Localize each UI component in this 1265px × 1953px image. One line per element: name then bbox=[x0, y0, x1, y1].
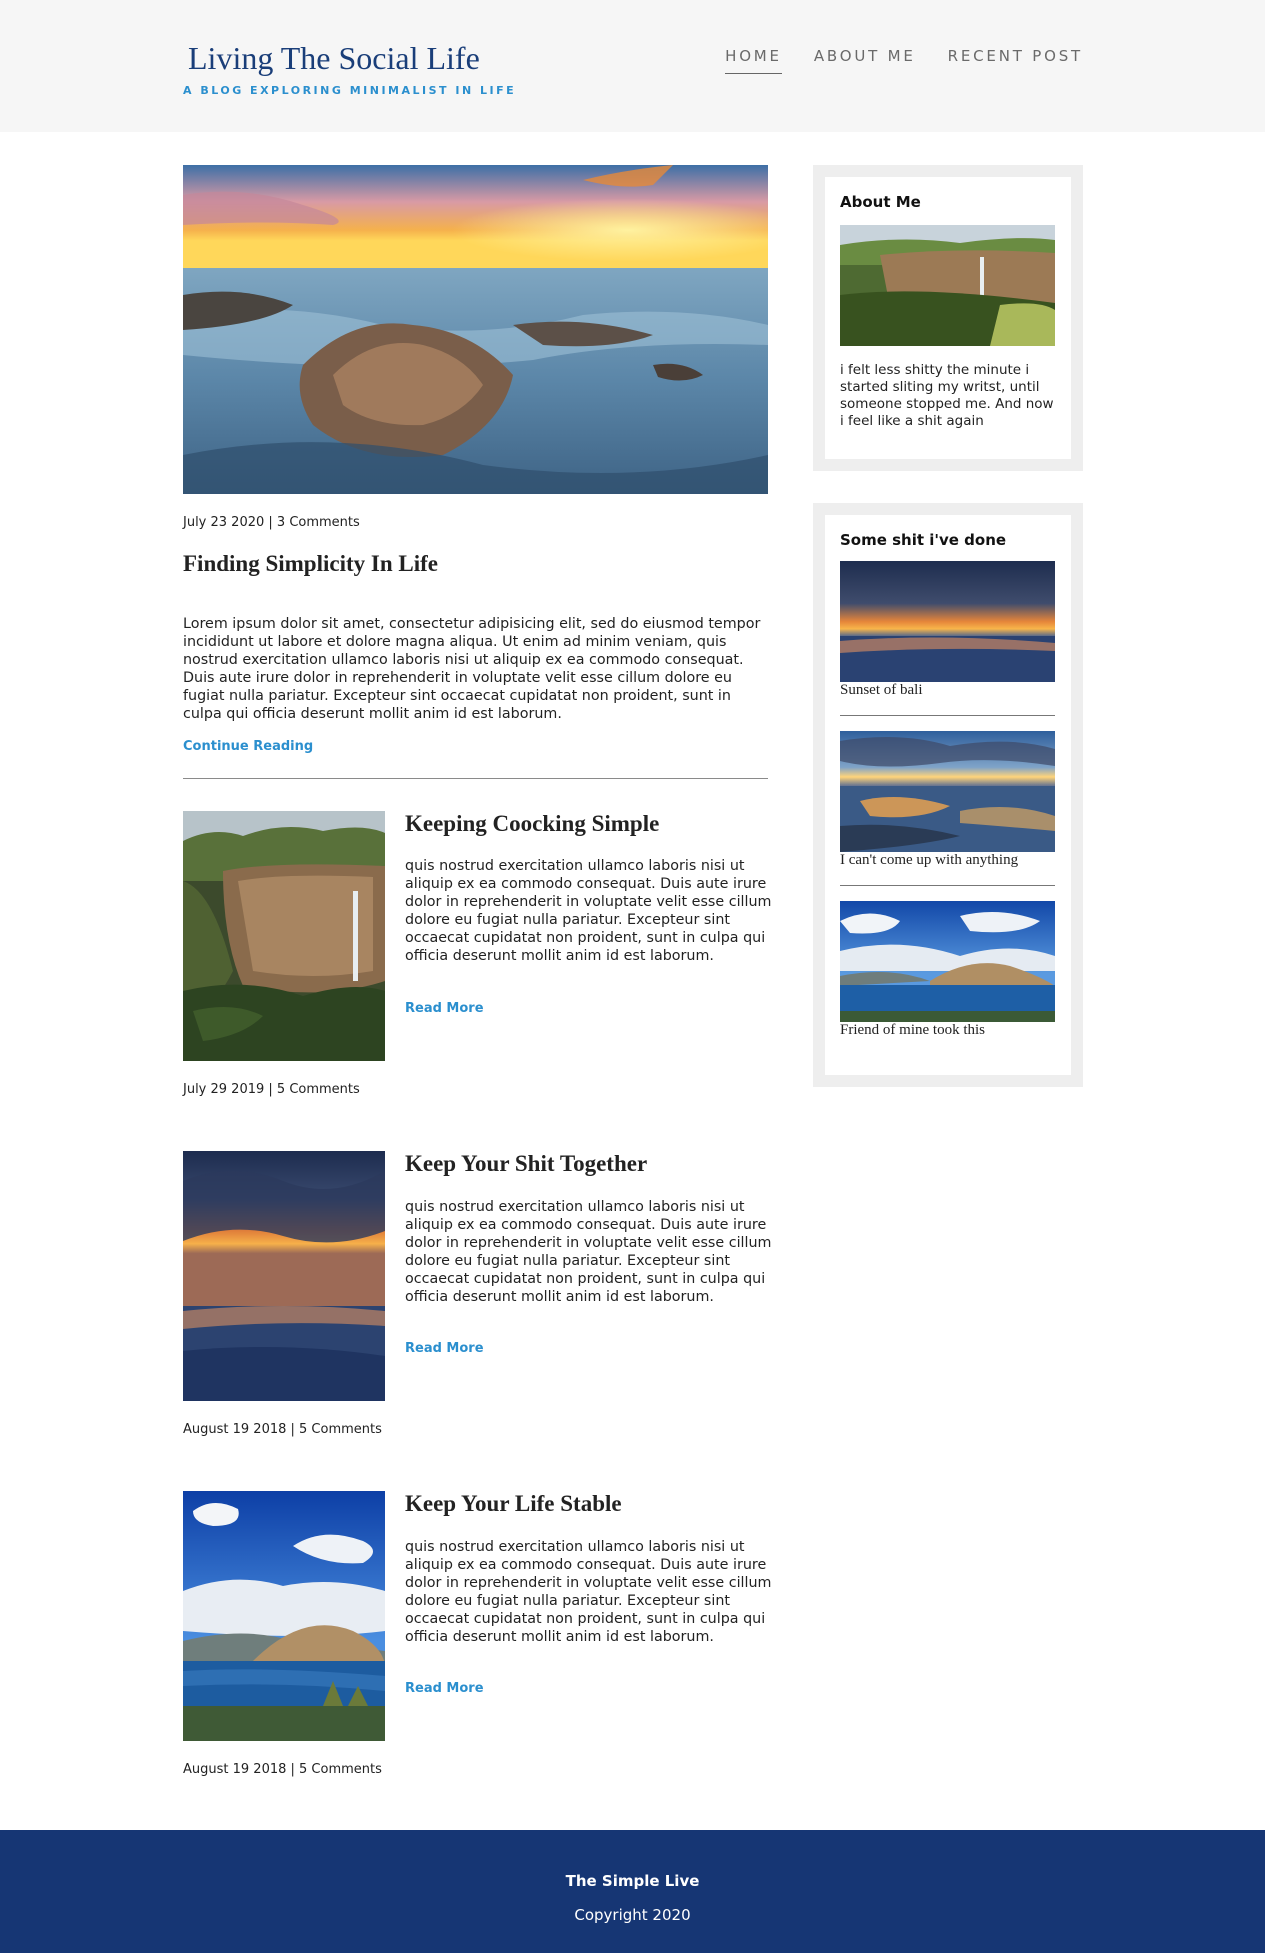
main-nav: HOME ABOUT ME RECENT POST bbox=[725, 47, 1083, 74]
sidebar-about-heading: About Me bbox=[840, 193, 921, 211]
gallery-image-reflection[interactable] bbox=[840, 731, 1055, 852]
continue-reading-link[interactable]: Continue Reading bbox=[183, 739, 313, 754]
gallery-image-lake[interactable] bbox=[840, 901, 1055, 1022]
post-meta: July 29 2019 | 5 Comments bbox=[183, 1082, 360, 1097]
nav-about-me[interactable]: ABOUT ME bbox=[814, 47, 916, 74]
site-footer: The Simple Live Copyright 2020 bbox=[0, 1830, 1265, 1953]
footer-title: The Simple Live bbox=[565, 1872, 700, 1890]
post-excerpt: quis nostrud exercitation ullamco labori… bbox=[405, 1539, 772, 1645]
sidebar-gallery-card: Some shit i've done Sunset of bali I can… bbox=[825, 515, 1071, 1075]
gallery-caption: Sunset of bali bbox=[840, 682, 923, 698]
gallery-caption: I can't come up with anything bbox=[840, 852, 1019, 868]
read-more-link[interactable]: Read More bbox=[405, 1341, 484, 1356]
featured-post-title[interactable]: Finding Simplicity In Life bbox=[183, 551, 438, 577]
post-image-sunset[interactable] bbox=[183, 1151, 385, 1401]
divider bbox=[183, 778, 768, 779]
site-title[interactable]: Living The Social Life bbox=[188, 40, 516, 77]
sidebar-about-text: i felt less shitty the minute i started … bbox=[840, 362, 1054, 429]
gallery-item[interactable]: Friend of mine took this bbox=[840, 901, 1056, 1039]
gallery-item[interactable]: I can't come up with anything bbox=[840, 731, 1056, 886]
post-excerpt: quis nostrud exercitation ullamco labori… bbox=[405, 1199, 772, 1305]
post-image-lake[interactable] bbox=[183, 1491, 385, 1741]
featured-post-excerpt: Lorem ipsum dolor sit amet, consectetur … bbox=[183, 616, 761, 722]
gallery-image-bali-sunset[interactable] bbox=[840, 561, 1055, 682]
divider bbox=[840, 715, 1055, 716]
site-tagline: A BLOG EXPLORING MINIMALIST IN LIFE bbox=[183, 84, 517, 97]
featured-post-image[interactable] bbox=[183, 165, 768, 494]
divider bbox=[840, 885, 1055, 886]
read-more-link[interactable]: Read More bbox=[405, 1001, 484, 1016]
gallery-item[interactable]: Sunset of bali bbox=[840, 561, 1056, 716]
post-image-waterfall[interactable] bbox=[183, 811, 385, 1061]
post-meta: August 19 2018 | 5 Comments bbox=[183, 1422, 382, 1437]
footer-copyright: Copyright 2020 bbox=[574, 1906, 691, 1924]
nav-recent-post[interactable]: RECENT POST bbox=[948, 47, 1083, 74]
sidebar-gallery-widget: Some shit i've done Sunset of bali I can… bbox=[813, 503, 1083, 1087]
post-title[interactable]: Keep Your Shit Together bbox=[405, 1151, 647, 1177]
post-title[interactable]: Keep Your Life Stable bbox=[405, 1491, 622, 1517]
sidebar-about-card: About Me i felt less shitty the minute i… bbox=[825, 177, 1071, 459]
gallery-caption: Friend of mine took this bbox=[840, 1022, 985, 1038]
sidebar-about-widget: About Me i felt less shitty the minute i… bbox=[813, 165, 1083, 471]
read-more-link[interactable]: Read More bbox=[405, 1681, 484, 1696]
post-meta: August 19 2018 | 5 Comments bbox=[183, 1762, 382, 1777]
post-title[interactable]: Keeping Coocking Simple bbox=[405, 811, 659, 837]
brand: Living The Social Life A BLOG EXPLORING … bbox=[183, 40, 516, 97]
post-excerpt: quis nostrud exercitation ullamco labori… bbox=[405, 858, 772, 964]
site-header: Living The Social Life A BLOG EXPLORING … bbox=[0, 0, 1265, 132]
nav-home[interactable]: HOME bbox=[725, 47, 782, 74]
sidebar-gallery-heading: Some shit i've done bbox=[840, 531, 1007, 549]
sidebar-about-image bbox=[840, 225, 1055, 346]
featured-post-meta: July 23 2020 | 3 Comments bbox=[183, 515, 360, 530]
